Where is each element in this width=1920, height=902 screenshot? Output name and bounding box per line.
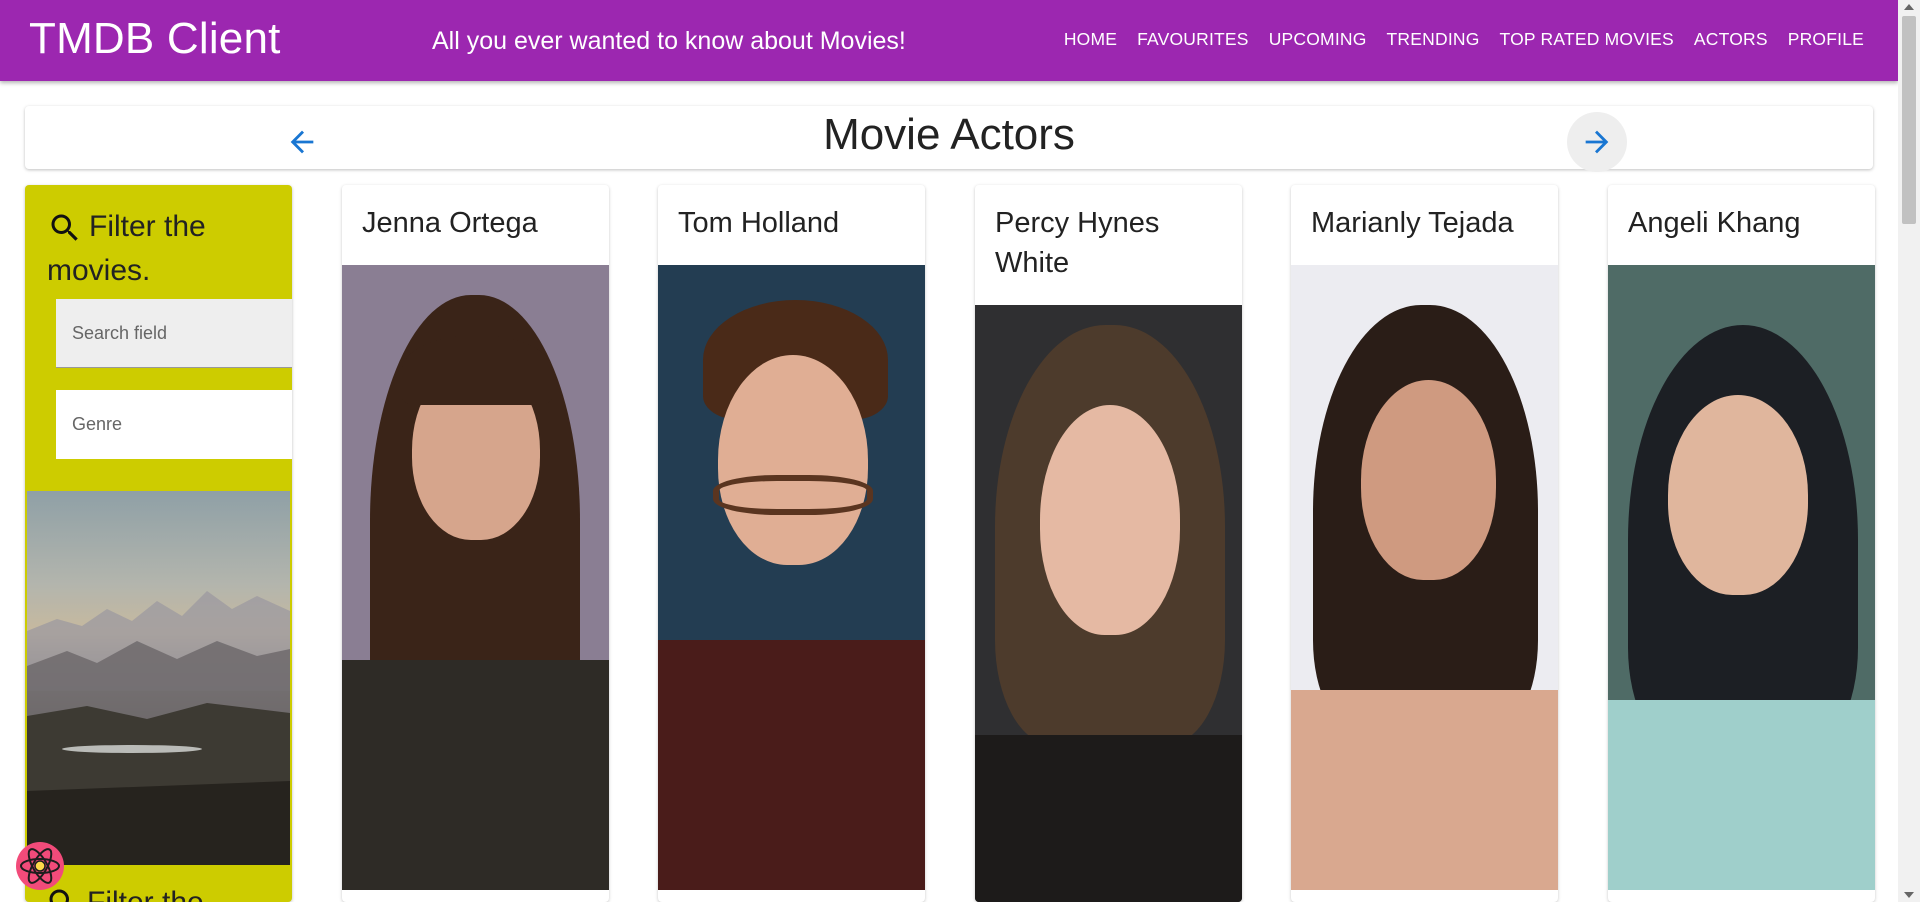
actor-photo[interactable] bbox=[1291, 265, 1558, 890]
actor-photo[interactable] bbox=[975, 305, 1242, 902]
actor-name: Percy Hynes White bbox=[995, 207, 1160, 279]
actor-photo[interactable] bbox=[1608, 265, 1875, 890]
actor-name: Marianly Tejada bbox=[1311, 207, 1514, 239]
search-icon bbox=[51, 214, 78, 241]
search-input[interactable]: Search field bbox=[56, 299, 292, 368]
genre-select[interactable]: Genre bbox=[56, 390, 292, 459]
filter-heading: Filter the movies. bbox=[47, 205, 287, 293]
actor-card[interactable]: Angeli Khang bbox=[1608, 185, 1875, 902]
actor-card[interactable]: Tom Holland bbox=[658, 185, 925, 902]
nav-trending[interactable]: Trending bbox=[1377, 29, 1490, 50]
actor-card[interactable]: Marianly Tejada bbox=[1291, 185, 1558, 902]
vertical-scrollbar[interactable] bbox=[1898, 0, 1920, 902]
app-subtitle: All you ever wanted to know about Movies… bbox=[432, 27, 906, 55]
nav-profile[interactable]: Profile bbox=[1778, 29, 1874, 50]
actor-name: Angeli Khang bbox=[1628, 207, 1801, 239]
react-devtools-icon[interactable] bbox=[14, 840, 66, 892]
filter-card: Filter the movies. Search field Genre Fi… bbox=[25, 185, 292, 902]
nav-upcoming[interactable]: Upcoming bbox=[1259, 29, 1377, 50]
actor-card[interactable]: Percy Hynes White bbox=[975, 185, 1242, 902]
page-header: Movie Actors bbox=[25, 106, 1873, 172]
actor-card[interactable]: Jenna Ortega bbox=[342, 185, 609, 902]
actor-photo[interactable] bbox=[658, 265, 925, 890]
actor-photo[interactable] bbox=[342, 265, 609, 890]
nav-actors[interactable]: Actors bbox=[1684, 29, 1778, 50]
scroll-thumb[interactable] bbox=[1902, 16, 1916, 224]
nav-home[interactable]: Home bbox=[1054, 29, 1127, 50]
actor-name: Tom Holland bbox=[678, 207, 840, 239]
filter-footer-text: Filter the bbox=[87, 886, 204, 902]
nav-top-rated[interactable]: Top Rated Movies bbox=[1490, 29, 1684, 50]
app-bar: TMDB Client All you ever wanted to know … bbox=[0, 0, 1898, 81]
actor-name: Jenna Ortega bbox=[362, 207, 538, 239]
filter-footer-heading: Filter the bbox=[45, 885, 204, 902]
scroll-up-arrow[interactable] bbox=[1904, 4, 1914, 10]
nav-favourites[interactable]: Favourites bbox=[1127, 29, 1259, 50]
filter-landscape-image bbox=[27, 491, 290, 865]
scroll-down-arrow[interactable] bbox=[1904, 892, 1914, 898]
search-placeholder: Search field bbox=[72, 322, 168, 343]
arrow-right-icon bbox=[1585, 130, 1609, 154]
app-title[interactable]: TMDB Client bbox=[29, 14, 281, 64]
genre-placeholder: Genre bbox=[72, 414, 123, 434]
forward-button[interactable] bbox=[1567, 112, 1627, 172]
nav-menu: Home Favourites Upcoming Trending Top Ra… bbox=[1054, 29, 1874, 50]
